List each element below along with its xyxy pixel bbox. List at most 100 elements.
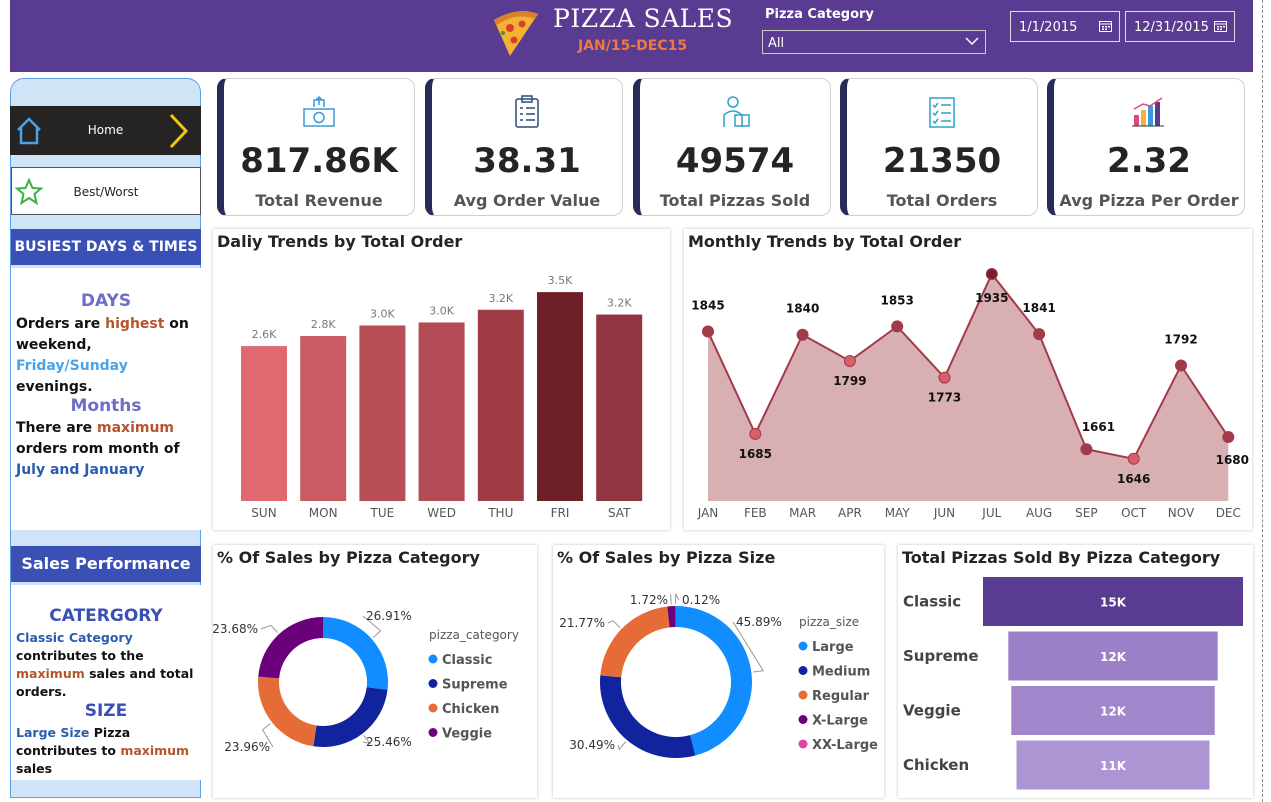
data-label: 23.96%	[224, 740, 270, 754]
x-tick-label: AUG	[1026, 506, 1052, 520]
data-label: 1841	[1022, 301, 1055, 315]
sales-by-category-card: % Of Sales by Pizza Category 26.91% 25.46…	[213, 545, 537, 798]
end-date-value: 12/31/2015	[1134, 20, 1209, 35]
data-label: 45.89%	[736, 615, 782, 629]
pizza-category-dropdown[interactable]: All	[762, 30, 986, 54]
kpi-value: 21350	[882, 141, 1002, 181]
pizza-category-slicer-label: Pizza Category	[765, 7, 874, 22]
monthly-trends-card: Monthly Trends by Total Order 1845 JAN 168…	[684, 229, 1252, 530]
days-insight-text: Orders are highest on weekend, Friday/Su…	[16, 316, 189, 395]
kpi-card-total-orders: 21350 Total Orders	[840, 78, 1038, 216]
legend-marker	[428, 679, 438, 688]
legend-item: Chicken	[442, 702, 499, 717]
category-label: Classic	[903, 593, 961, 611]
data-label: 1853	[880, 293, 913, 307]
pizzas-sold-by-category-card: Total Pizzas Sold By Pizza Category 15K C…	[898, 545, 1253, 798]
legend-marker	[428, 703, 438, 713]
data-label: 25.46%	[366, 735, 412, 749]
dashboard-subtitle: JAN/15-DEC15	[578, 38, 688, 54]
data-label: 12K	[1100, 650, 1127, 664]
checklist-icon	[929, 97, 955, 128]
data-label: 1680	[1216, 453, 1249, 467]
kpi-label: Total Orders	[886, 191, 998, 210]
legend-item: Veggie	[442, 727, 492, 742]
months-heading: Months	[70, 396, 142, 416]
monthly-trends-chart: 1845 JAN 1685 FEB 1840 MAR 1799 APR 1853 MAY 1773 J…	[691, 268, 1249, 520]
bar	[596, 314, 643, 501]
donut-slice	[323, 617, 388, 690]
legend-title: pizza_size	[799, 615, 859, 629]
kpi-value: 2.32	[1107, 141, 1191, 181]
x-tick-label: FEB	[744, 506, 767, 520]
legend-marker	[798, 690, 808, 700]
category-label: Chicken	[903, 756, 969, 774]
data-label: 1840	[786, 302, 819, 316]
legend-title: pizza_category	[429, 628, 519, 642]
bar	[477, 309, 524, 501]
legend-marker	[798, 641, 808, 651]
data-label: 2.6K	[252, 328, 277, 341]
sales-by-size-donut: 45.89% 30.49% 21.77% 1.72% 0.12% pizza_size La…	[559, 593, 878, 758]
data-label: 3.2K	[607, 297, 632, 310]
data-label: 1799	[833, 374, 866, 388]
legend-item: Regular	[812, 689, 870, 704]
days-heading: DAYS	[80, 291, 132, 311]
clipboard-icon	[515, 95, 539, 128]
data-label: 23.68%	[213, 622, 258, 636]
data-point	[1175, 359, 1187, 372]
bar	[418, 322, 465, 501]
start-date-picker[interactable]: 1/1/2015	[1010, 11, 1120, 42]
data-point	[1222, 431, 1235, 444]
sales-by-category-donut: 26.91% 25.46% 23.96% 23.68% pizza_category Cl…	[213, 609, 519, 754]
data-label: 1.72%	[630, 593, 668, 607]
end-date-picker[interactable]: 12/31/2015	[1125, 11, 1235, 42]
x-tick-label: OCT	[1121, 506, 1147, 520]
x-tick-label: MAY	[885, 506, 911, 520]
delivery-icon	[723, 96, 750, 127]
data-point	[1033, 328, 1046, 341]
size-heading: SIZE	[84, 701, 128, 721]
data-label: 30.49%	[569, 738, 615, 752]
data-point	[938, 371, 951, 384]
data-point	[891, 320, 904, 333]
bar	[241, 346, 287, 501]
legend-marker	[428, 654, 438, 664]
data-label: 21.77%	[559, 616, 605, 630]
legend-item: XX-Large	[812, 738, 878, 753]
data-point	[1080, 443, 1093, 456]
kpi-value: 49574	[675, 141, 795, 181]
legend-marker	[428, 728, 438, 737]
data-label: 1792	[1164, 332, 1197, 346]
x-tick-label: THU	[487, 506, 513, 520]
leader-line	[675, 593, 680, 605]
leader-line	[617, 741, 627, 751]
data-label: 11K	[1100, 759, 1127, 773]
x-tick-label: MAR	[789, 506, 816, 520]
data-label: 3.0K	[370, 307, 395, 320]
pizza-logo-icon	[494, 11, 538, 57]
data-label: 1661	[1082, 420, 1115, 434]
data-label: 1646	[1117, 472, 1150, 486]
donut-slice	[600, 606, 670, 678]
kpi-card-total-revenue: 817.86K Total Revenue	[217, 78, 415, 216]
kpi-label: Total Revenue	[255, 191, 383, 210]
kpi-card-total-pizzas-sold: 49574 Total Pizzas Sold	[633, 78, 831, 216]
x-tick-label: TUE	[370, 506, 395, 520]
data-label: 3.0K	[429, 304, 454, 317]
bar-chart-icon	[1132, 97, 1164, 127]
data-label: 15K	[1100, 596, 1127, 610]
data-label: 0.12%	[682, 593, 720, 607]
daily-trends-card: Daliy Trends by Total Order 2.6K SUN 2.8K M…	[213, 229, 670, 530]
category-label: Veggie	[903, 702, 961, 720]
bar	[537, 292, 583, 501]
calendar-icon	[1214, 21, 1227, 32]
start-date-value: 1/1/2015	[1019, 20, 1078, 35]
daily-trends-chart: 2.6K SUN 2.8K MON 3.0K TUE 3.0K WED 3.2K THU 3.5K F…	[241, 274, 643, 520]
kpi-card-avg-pizza-per-order: 2.32 Avg Pizza Per Order	[1047, 78, 1245, 216]
legend-item: Large	[812, 640, 854, 655]
bar	[300, 336, 347, 501]
leader-line	[260, 624, 279, 634]
chevron-down-icon	[965, 37, 979, 46]
data-label: 2.8K	[311, 318, 336, 331]
x-tick-label: JUN	[933, 506, 955, 520]
